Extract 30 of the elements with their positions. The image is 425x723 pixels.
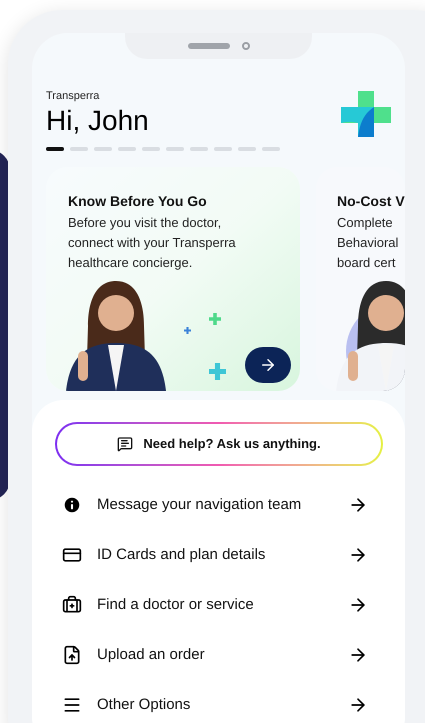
menu-label: ID Cards and plan details [97, 544, 266, 565]
info-icon [62, 495, 82, 515]
brand-name: Transperra [46, 89, 100, 104]
arrow-right-icon [259, 356, 277, 374]
card-title: Know Before You Go [68, 192, 208, 211]
card-description: Before you visit the doctor, connect with your Transperra healthcare concierge. [68, 214, 237, 272]
menu-item[interactable]: Find a doctor or service [55, 580, 382, 630]
card-title: No-Cost V [337, 192, 405, 211]
menu-label: Find a doctor or service [97, 594, 255, 615]
camera-icon [242, 42, 250, 50]
card-description: Complete Behavioral board cert [337, 214, 400, 272]
menu-label: Other Options [97, 694, 192, 715]
menu-label: Message your navigation team [97, 494, 302, 515]
plus-icon [209, 313, 221, 325]
promo-card[interactable]: Know Before You Go Before you visit the doctor, connect with your Transperra healthcare concierge. [46, 167, 300, 391]
menu-item[interactable]: ID Cards and plan details [55, 530, 382, 580]
chat-icon [117, 436, 134, 452]
help-button[interactable]: Need help? Ask us anything. [55, 422, 383, 466]
logo-icon [341, 91, 391, 137]
menu-label: Upload an order [97, 644, 206, 665]
greeting: Hi, John [46, 104, 149, 136]
speaker-grille-icon [188, 43, 230, 49]
medical-kit-icon [62, 595, 82, 615]
menu-item[interactable]: Other Options [55, 680, 382, 723]
next-button[interactable] [245, 347, 291, 383]
plus-icon [209, 363, 226, 380]
file-upload-icon [62, 645, 82, 665]
menu-item[interactable]: Message your navigation team [55, 480, 382, 530]
plus-icon [184, 327, 191, 334]
menu-item[interactable]: Upload an order [55, 630, 382, 680]
